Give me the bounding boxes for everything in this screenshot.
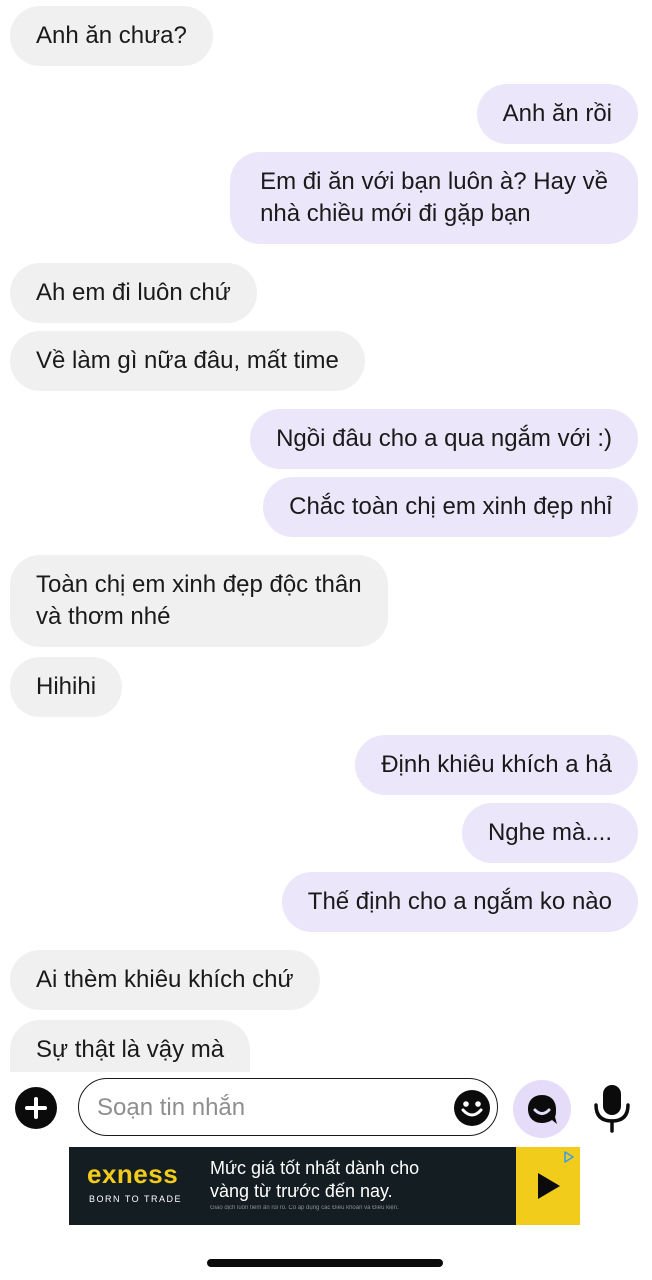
ad-fine-print: Giao dịch luôn tiềm ẩn rủi ro. Có áp dụn…: [210, 1205, 399, 1211]
microphone-icon[interactable]: [590, 1083, 634, 1133]
message-compose-box[interactable]: [78, 1078, 498, 1136]
composer-bar: [0, 1075, 652, 1141]
sticker-icon: [528, 1095, 557, 1124]
message-outgoing[interactable]: Thế định cho a ngắm ko nào: [281, 872, 638, 932]
message-incoming[interactable]: Toàn chị em xinh đẹp độc thân và thơm nh…: [10, 555, 388, 647]
chat-screen: Anh ăn chưa? Anh ăn rồi Em đi ăn với bạn…: [0, 0, 652, 1280]
ad-tagline: BORN TO TRADE: [89, 1194, 183, 1204]
message-outgoing[interactable]: Anh ăn rồi: [476, 84, 638, 144]
message-input[interactable]: [95, 1089, 439, 1127]
home-indicator[interactable]: [207, 1259, 443, 1267]
ad-brand-logo: exness: [87, 1159, 179, 1189]
message-incoming[interactable]: Ah em đi luôn chứ: [10, 263, 257, 323]
message-outgoing[interactable]: Chắc toàn chị em xinh đẹp nhỉ: [263, 477, 638, 537]
ad-banner[interactable]: exness BORN TO TRADE Mức giá tốt nhất dà…: [69, 1147, 580, 1225]
message-outgoing[interactable]: Em đi ăn với bạn luôn à? Hay về nhà chiề…: [230, 152, 638, 244]
message-outgoing[interactable]: Nghe mà....: [461, 803, 638, 863]
message-incoming[interactable]: Ai thèm khiêu khích chứ: [10, 950, 320, 1010]
message-outgoing[interactable]: Định khiêu khích a hả: [355, 735, 638, 795]
message-incoming[interactable]: Anh ăn chưa?: [10, 6, 213, 66]
smiley-icon[interactable]: [453, 1089, 491, 1127]
ad-choices-icon[interactable]: [562, 1150, 576, 1164]
message-incoming[interactable]: Sự thật là vậy mà: [10, 1020, 251, 1072]
ad-headline: Mức giá tốt nhất dành cho vàng từ trước …: [210, 1158, 420, 1201]
message-incoming[interactable]: Về làm gì nữa đâu, mất time: [10, 331, 365, 391]
message-outgoing[interactable]: Ngồi đâu cho a qua ngắm với :): [250, 409, 638, 469]
message-incoming[interactable]: Hihihi: [10, 657, 123, 717]
plus-circle-icon[interactable]: [15, 1087, 57, 1129]
sticker-button[interactable]: [513, 1080, 571, 1138]
